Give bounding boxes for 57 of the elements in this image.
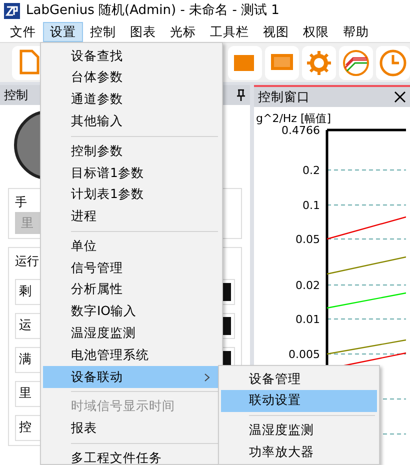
menu-item[interactable]: 进程: [43, 206, 220, 228]
menu-item[interactable]: 其他输入: [43, 110, 220, 132]
menu-item[interactable]: 单位: [43, 235, 220, 258]
tick-label: 0.1: [302, 199, 320, 212]
pin-icon: [236, 89, 246, 101]
menu-item[interactable]: 信号管理: [43, 257, 220, 279]
menu-item[interactable]: 目标谱1参数: [43, 162, 220, 184]
toolbar-button[interactable]: [302, 46, 336, 80]
group-label: 运行: [15, 252, 39, 270]
menu-item[interactable]: 设置: [43, 22, 83, 42]
tick-label: 0.005: [288, 348, 320, 361]
menu-item[interactable]: 权限: [296, 22, 336, 42]
panel-title: 控制: [4, 87, 28, 104]
menu-item[interactable]: 控制: [83, 22, 123, 42]
menu-item: 时域信号显示时间: [70, 397, 176, 416]
menu-item[interactable]: 文件: [3, 22, 43, 42]
toolbar-button[interactable]: [264, 46, 299, 80]
menu-item[interactable]: 设备查找: [43, 45, 220, 67]
toolbar-button[interactable]: [338, 46, 373, 80]
menu-item[interactable]: 设备管理: [221, 368, 377, 390]
menu-item[interactable]: 图表: [123, 22, 163, 42]
group-label: 手: [15, 194, 27, 211]
row-label: 里: [19, 384, 32, 402]
menu-item[interactable]: 电池管理系统: [43, 344, 220, 366]
toolbar-button[interactable]: [376, 46, 410, 80]
menu-item[interactable]: 温湿度监测: [43, 322, 220, 344]
window-title: LabGenius 随机(Admin) - 未命名 - 测试 1: [26, 2, 280, 20]
menu-item[interactable]: 联动设置: [221, 390, 377, 412]
app-logo-icon: [4, 3, 20, 19]
menu-item[interactable]: 数字IO输入: [43, 300, 220, 323]
menu-item[interactable]: 温湿度监测: [221, 420, 377, 442]
menu-item[interactable]: 通道参数: [43, 88, 220, 110]
close-icon: [394, 91, 406, 103]
row-label: 满: [19, 350, 32, 368]
tick-label: 0.05: [296, 233, 320, 246]
menu-item[interactable]: 计划表1参数: [43, 184, 220, 206]
tick-label: 0.4766: [282, 124, 320, 137]
tick-label: 0.02: [296, 279, 320, 292]
row-label: 运: [19, 316, 32, 334]
menu-item[interactable]: 设备联动: [43, 366, 220, 388]
menu-item[interactable]: 多工程文件任务: [43, 448, 220, 465]
menu-item[interactable]: 工具栏: [203, 22, 256, 42]
tick-label: 0.2: [302, 164, 320, 177]
tick-label: 0.01: [296, 313, 320, 326]
menu-item[interactable]: 光标: [163, 22, 203, 42]
row-label: 剩: [19, 282, 32, 300]
menu-item[interactable]: 视图: [256, 22, 296, 42]
menu-item[interactable]: 控制参数: [43, 140, 220, 162]
row-label: 控: [19, 418, 32, 436]
menu-item[interactable]: 功率放大器: [221, 441, 377, 464]
menu-item[interactable]: 报表: [43, 418, 220, 440]
axis-label: g^2/Hz [幅值]: [256, 112, 332, 125]
menu-item[interactable]: 分析属性: [43, 278, 220, 301]
menu-item[interactable]: 台体参数: [43, 66, 220, 89]
menu-item[interactable]: 帮助: [336, 22, 376, 42]
chevron-right-icon: [204, 372, 210, 382]
panel-title: 控制窗口: [258, 88, 310, 106]
